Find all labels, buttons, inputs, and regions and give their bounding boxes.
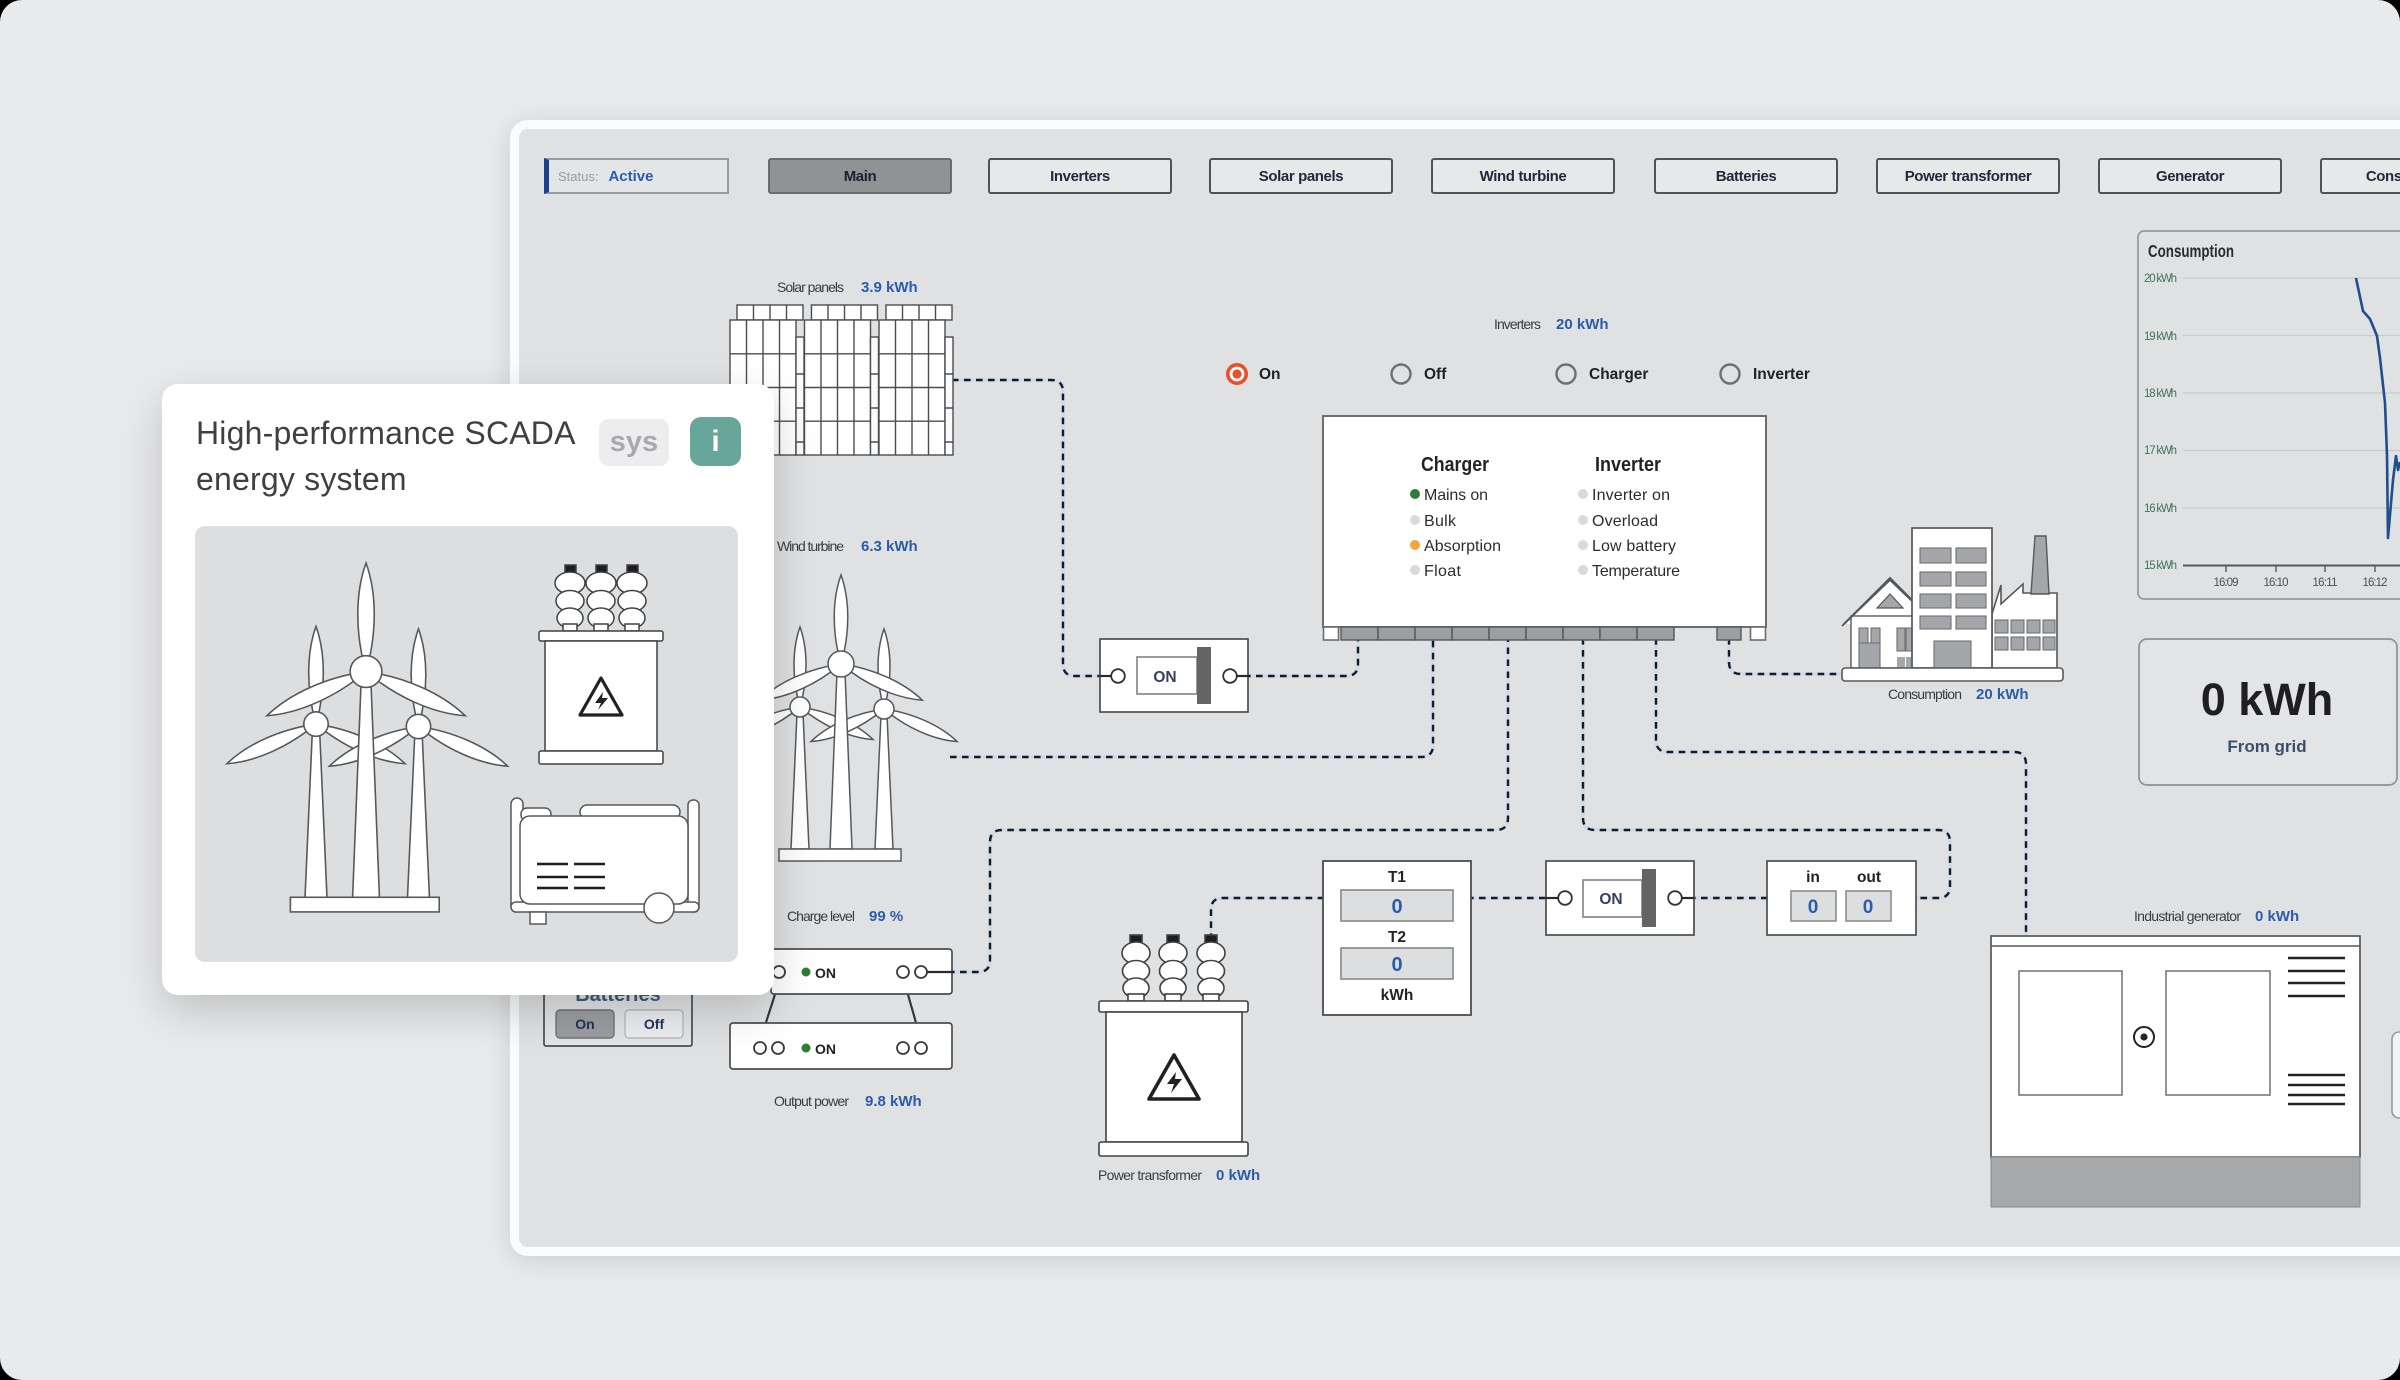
svg-text:out: out <box>1857 869 1881 886</box>
svg-text:Inverter on: Inverter on <box>1592 487 1670 504</box>
svg-text:Inverters: Inverters <box>1494 316 1541 332</box>
svg-text:On: On <box>1259 366 1281 383</box>
svg-text:Low battery: Low battery <box>1592 538 1676 555</box>
svg-text:ON: ON <box>815 965 836 981</box>
svg-text:9.8 kWh: 9.8 kWh <box>865 1093 922 1110</box>
svg-text:ON: ON <box>815 1041 836 1057</box>
svg-text:17 kWh: 17 kWh <box>2144 445 2177 457</box>
svg-text:Inverter: Inverter <box>1753 366 1810 383</box>
svg-text:Off: Off <box>1424 366 1447 383</box>
svg-text:T1: T1 <box>1388 869 1406 886</box>
svg-text:0 kWh: 0 kWh <box>1216 1167 1260 1184</box>
svg-text:15 kWh: 15 kWh <box>2144 560 2177 572</box>
svg-text:Industrial generator: Industrial generator <box>2134 908 2241 924</box>
svg-text:Charger: Charger <box>1589 366 1648 383</box>
svg-text:0: 0 <box>1391 954 1402 976</box>
svg-text:16:09: 16:09 <box>2214 577 2239 589</box>
svg-text:16 kWh: 16 kWh <box>2144 503 2177 515</box>
svg-text:99 %: 99 % <box>869 908 903 925</box>
svg-text:Inverter: Inverter <box>1595 453 1661 476</box>
svg-text:Temperature: Temperature <box>1592 563 1680 580</box>
svg-text:Consumption: Consumption <box>1888 686 1962 702</box>
svg-text:0: 0 <box>1391 896 1402 918</box>
svg-text:in: in <box>1806 869 1820 886</box>
svg-text:kWh: kWh <box>1381 987 1414 1004</box>
svg-text:Output power: Output power <box>774 1093 849 1109</box>
svg-text:Off: Off <box>644 1016 665 1032</box>
svg-text:18 kWh: 18 kWh <box>2144 388 2177 400</box>
svg-text:Mains on: Mains on <box>1424 487 1488 504</box>
svg-text:On: On <box>575 1016 594 1032</box>
svg-text:20 kWh: 20 kWh <box>1556 316 1609 333</box>
svg-text:T2: T2 <box>1388 929 1406 946</box>
svg-text:Float: Float <box>1424 563 1462 580</box>
svg-text:Power transformer: Power transformer <box>1098 1167 1202 1183</box>
svg-text:From grid: From grid <box>2227 737 2306 756</box>
svg-text:Overload: Overload <box>1592 513 1658 530</box>
svg-text:ON: ON <box>1153 669 1176 686</box>
svg-text:16:10: 16:10 <box>2264 577 2289 589</box>
svg-text:3.9 kWh: 3.9 kWh <box>861 279 918 296</box>
svg-text:Charge level: Charge level <box>787 908 855 924</box>
svg-text:19 kWh: 19 kWh <box>2144 331 2177 343</box>
svg-text:Charger: Charger <box>1421 453 1489 476</box>
svg-text:0 kWh: 0 kWh <box>2201 674 2334 725</box>
svg-text:Bulk: Bulk <box>1424 513 1457 530</box>
svg-text:Solar panels: Solar panels <box>777 279 844 295</box>
svg-text:20 kWh: 20 kWh <box>1976 686 2029 703</box>
svg-text:6.3 kWh: 6.3 kWh <box>861 538 918 555</box>
svg-text:0: 0 <box>1808 897 1819 918</box>
svg-text:Consumption: Consumption <box>2148 241 2234 261</box>
svg-text:Absorption: Absorption <box>1424 538 1501 555</box>
svg-text:16:11: 16:11 <box>2313 577 2338 589</box>
svg-text:Wind turbine: Wind turbine <box>777 538 844 554</box>
svg-text:0 kWh: 0 kWh <box>2255 908 2299 925</box>
svg-text:20 kWh: 20 kWh <box>2144 273 2177 285</box>
svg-text:0: 0 <box>1863 897 1874 918</box>
svg-text:16:12: 16:12 <box>2363 577 2388 589</box>
svg-text:ON: ON <box>1599 891 1622 908</box>
